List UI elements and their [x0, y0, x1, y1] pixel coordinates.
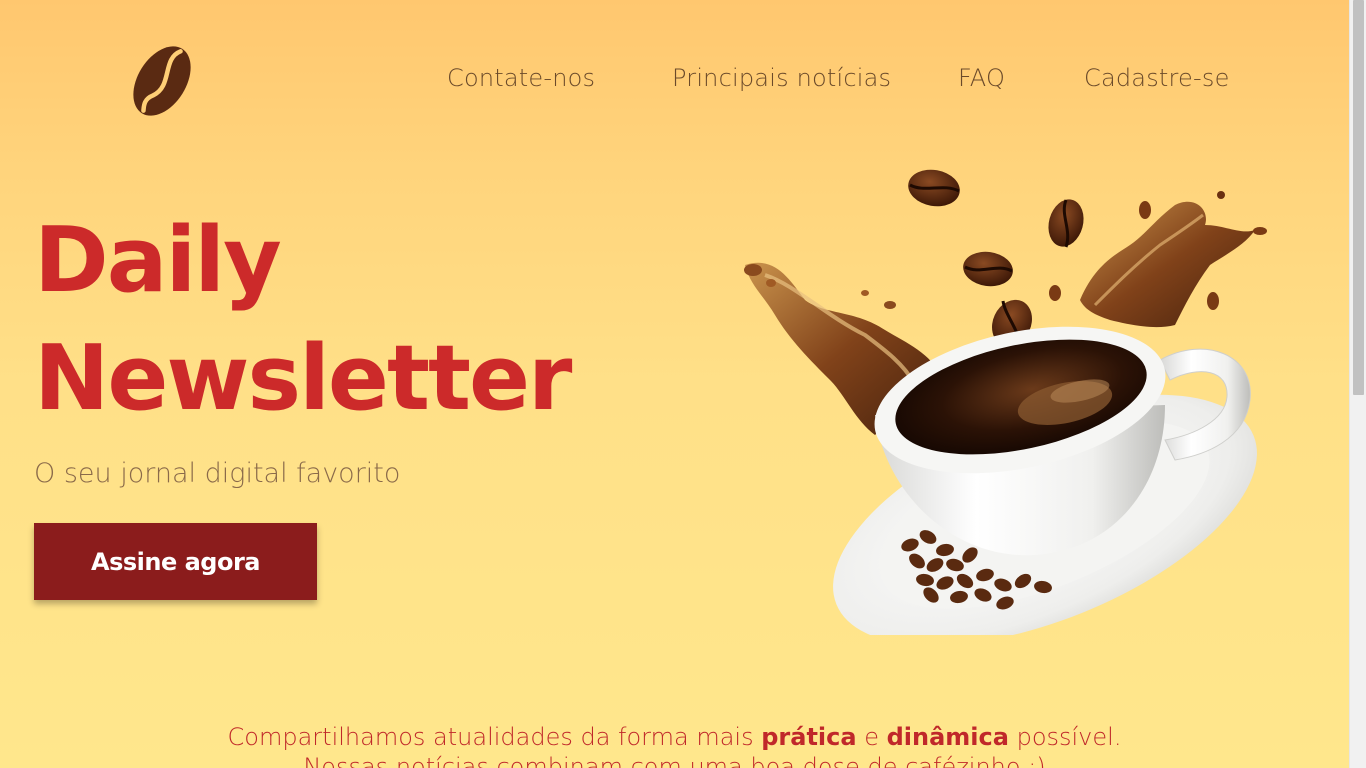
- nav-link-signup[interactable]: Cadastre-se: [1084, 64, 1230, 92]
- nav-link-faq[interactable]: FAQ: [958, 64, 1005, 92]
- page-scrollbar[interactable]: [1349, 0, 1366, 768]
- nav-link-contact[interactable]: Contate-nos: [447, 64, 595, 92]
- flying-bean-3: [963, 251, 1013, 287]
- page: Contate-nos Principais notícias FAQ Cada…: [0, 0, 1349, 768]
- tagline-text-3: possível.: [1008, 723, 1122, 751]
- hero-subtitle: O seu jornal digital favorito: [34, 458, 401, 489]
- flying-bean-2: [1048, 199, 1084, 248]
- hero-title: Daily Newsletter: [34, 202, 634, 438]
- tagline-text-1: Compartilhamos atualidades da forma mais: [227, 723, 762, 751]
- tagline-text-2: e: [856, 723, 887, 751]
- nav-link-top-news[interactable]: Principais notícias: [672, 64, 891, 92]
- tagline-line2: Nossas notícias combinam com uma boa dos…: [303, 753, 1046, 768]
- subscribe-button[interactable]: Assine agora: [34, 523, 317, 600]
- tagline: Compartilhamos atualidades da forma mais…: [0, 722, 1349, 768]
- tagline-bold-2: dinâmica: [886, 723, 1009, 751]
- scrollbar-thumb[interactable]: [1353, 0, 1364, 395]
- tagline-bold-1: prática: [761, 723, 857, 751]
- hero-title-line2: Newsletter: [34, 326, 572, 431]
- flying-bean-1: [908, 169, 960, 207]
- tagline-line1: Compartilhamos atualidades da forma mais…: [0, 722, 1349, 752]
- hero-title-line1: Daily: [34, 208, 282, 313]
- main-nav: Contate-nos Principais notícias FAQ Cada…: [0, 64, 1349, 100]
- coffee-cup-splash-icon: [744, 169, 1267, 635]
